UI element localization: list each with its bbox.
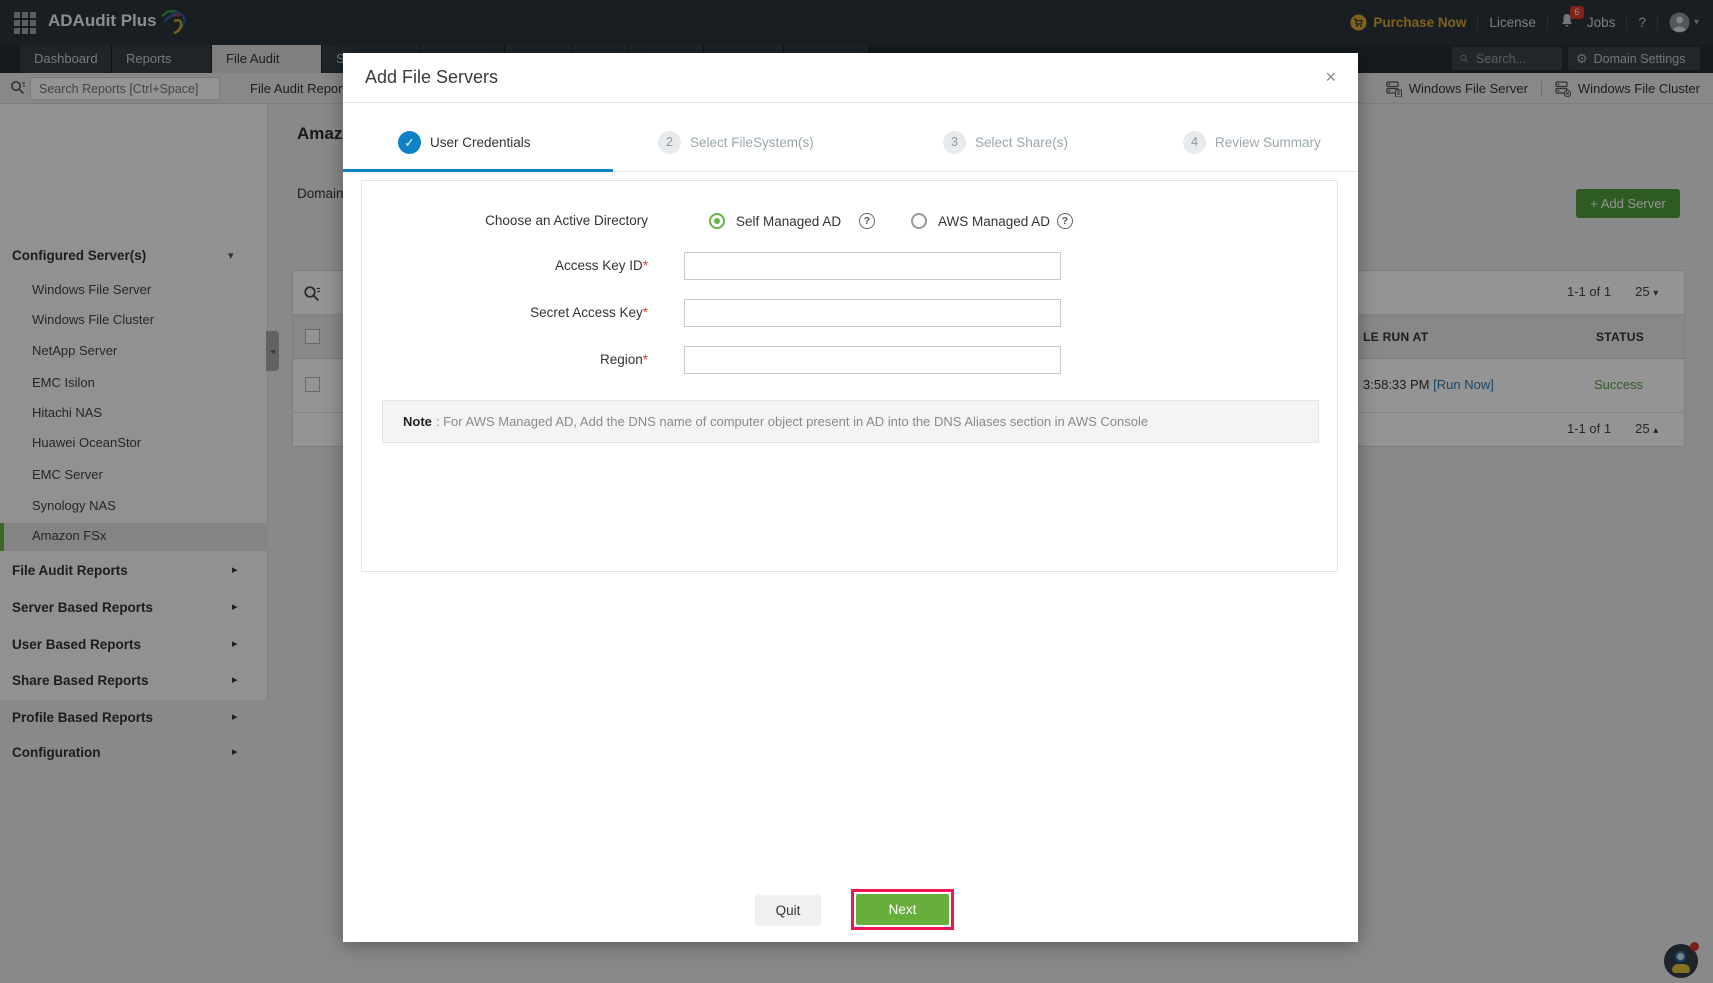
modal-title: Add File Servers (365, 67, 498, 88)
region-label: Region* (362, 352, 648, 367)
radio-aws-managed-ad[interactable] (911, 213, 927, 229)
close-icon[interactable]: × (1325, 67, 1336, 88)
access-key-id-field[interactable] (684, 252, 1061, 280)
radio-self-managed-ad-label[interactable]: Self Managed AD (736, 214, 841, 229)
screen: ADAudit Plus Purchase Now License 6 Jobs… (0, 0, 1713, 983)
required-marker: * (643, 305, 648, 320)
access-key-id-label: Access Key ID* (362, 258, 648, 273)
check-icon: ✓ (398, 131, 421, 154)
secret-access-key-label: Secret Access Key* (362, 305, 648, 320)
required-marker: * (643, 258, 648, 273)
required-marker: * (643, 352, 648, 367)
note-box: Note : For AWS Managed AD, Add the DNS n… (382, 400, 1319, 443)
wizard-step-select-shares: 3 Select Share(s) (943, 129, 1068, 155)
wizard-step-user-credentials: ✓ User Credentials (398, 129, 531, 155)
active-step-indicator (343, 169, 613, 172)
region-field[interactable] (684, 346, 1061, 374)
secret-access-key-field[interactable] (684, 299, 1061, 327)
note-label: Note (403, 414, 432, 429)
note-text: : For AWS Managed AD, Add the DNS name o… (436, 414, 1148, 429)
add-file-servers-modal: Add File Servers × ✓ User Credentials 2 … (343, 53, 1358, 942)
credentials-form: Choose an Active Directory Self Managed … (361, 180, 1338, 572)
radio-self-managed-ad[interactable] (709, 213, 725, 229)
next-button[interactable]: Next (856, 894, 949, 925)
help-icon[interactable]: ? (1057, 213, 1073, 229)
wizard-step-review-summary: 4 Review Summary (1183, 129, 1321, 155)
next-button-highlight: Next (851, 889, 954, 930)
quit-button[interactable]: Quit (755, 895, 821, 926)
help-icon[interactable]: ? (859, 213, 875, 229)
divider (343, 102, 1358, 103)
wizard-step-select-filesystems: 2 Select FileSystem(s) (658, 129, 814, 155)
radio-aws-managed-ad-label[interactable]: AWS Managed AD (938, 214, 1050, 229)
active-directory-label: Choose an Active Directory (362, 213, 648, 228)
